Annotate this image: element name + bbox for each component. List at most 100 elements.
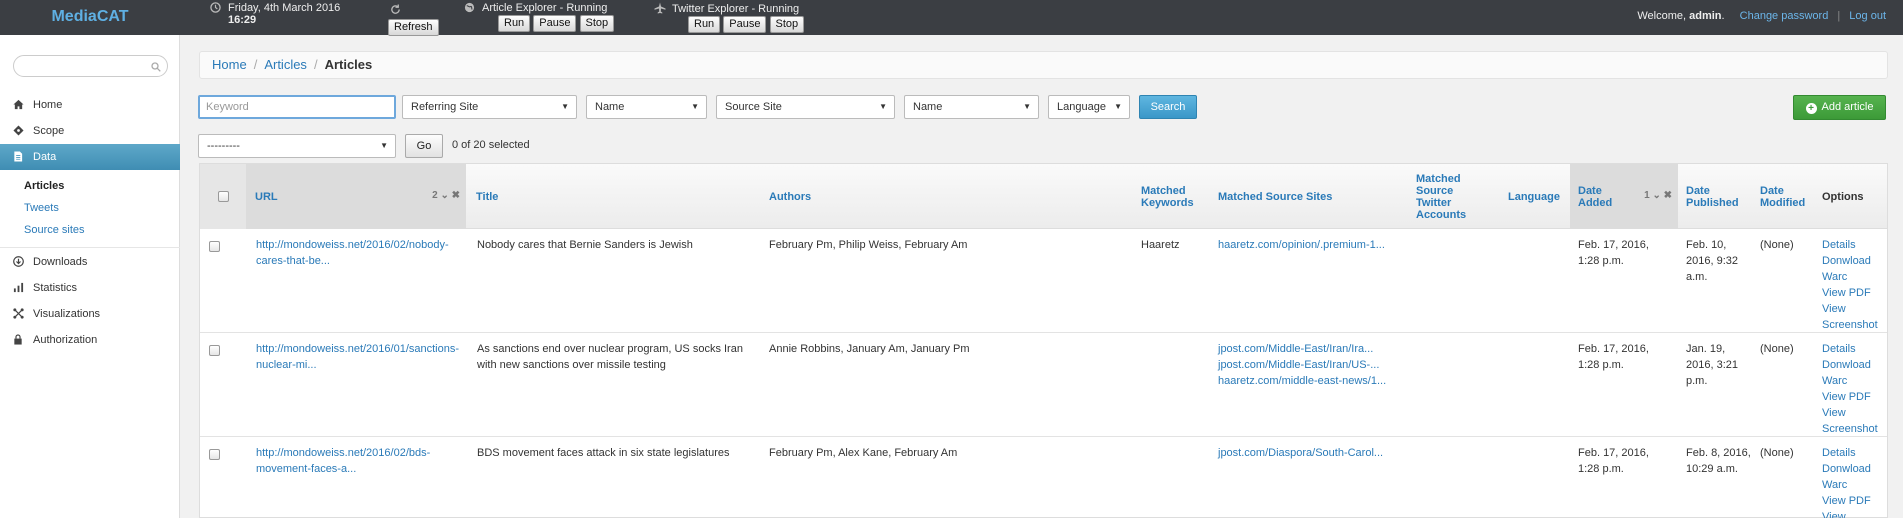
select-all-checkbox[interactable] <box>217 191 229 202</box>
name-select-1[interactable]: Name ▼ <box>586 95 707 119</box>
row-checkbox[interactable] <box>209 345 220 356</box>
sidebar-item-data[interactable]: Data <box>0 144 180 170</box>
sidebar-search-input[interactable] <box>13 55 168 77</box>
view-screenshot-link[interactable]: View Screenshot <box>1822 509 1886 518</box>
language-select[interactable]: Language ▼ <box>1048 95 1130 119</box>
date-added: Feb. 17, 2016, 1:28 p.m. <box>1578 447 1649 475</box>
twitter-explorer-stop-button[interactable]: Stop <box>769 16 805 33</box>
sidebar-subitem-articles[interactable]: Articles <box>24 180 64 192</box>
column-date-added[interactable]: Date Added 1 ⌄ ✖ <box>1570 164 1678 229</box>
breadcrumb-articles[interactable]: Articles <box>264 57 307 72</box>
matched-source-link[interactable]: haaretz.com/opinion/.premium-1... <box>1218 237 1408 253</box>
sidebar-item-home[interactable]: Home <box>0 93 180 117</box>
view-screenshot-link[interactable]: View Screenshot <box>1822 301 1886 333</box>
app-logo[interactable]: MediaCAT <box>0 0 180 35</box>
article-explorer-run-button[interactable]: Run <box>498 15 531 32</box>
matched-keywords: Haaretz <box>1141 239 1180 251</box>
column-matched-keywords[interactable]: Matched Keywords <box>1141 164 1201 229</box>
sidebar-item-authorization[interactable]: Authorization <box>0 328 180 352</box>
sidebar-item-statistics[interactable]: Statistics <box>0 276 180 300</box>
article-title: BDS movement faces attack in six state l… <box>477 447 730 459</box>
details-link[interactable]: Details <box>1822 341 1886 357</box>
view-pdf-link[interactable]: View PDF <box>1822 493 1886 509</box>
details-link[interactable]: Details <box>1822 445 1886 461</box>
matched-source-link[interactable]: haaretz.com/middle-east-news/1... <box>1218 373 1408 389</box>
bar-chart-icon <box>13 278 27 302</box>
download-link[interactable]: Donwload <box>1822 357 1886 373</box>
column-options: Options <box>1822 190 1864 203</box>
current-date: Friday, 4th March 2016 <box>228 2 341 14</box>
date-added: Feb. 17, 2016, 1:28 p.m. <box>1578 239 1649 267</box>
referring-site-select[interactable]: Referring Site ▼ <box>402 95 577 119</box>
search-icon <box>151 61 161 75</box>
download-link[interactable]: Donwload <box>1822 461 1886 477</box>
row-options: DetailsDonwloadWarcView PDFView Screensh… <box>1822 445 1886 518</box>
details-link[interactable]: Details <box>1822 237 1886 253</box>
row-checkbox[interactable] <box>209 241 220 252</box>
sidebar-item-scope[interactable]: Scope <box>0 119 180 143</box>
download-icon <box>13 252 27 276</box>
source-site-select[interactable]: Source Site ▼ <box>716 95 895 119</box>
view-pdf-link[interactable]: View PDF <box>1822 285 1886 301</box>
table-row: http://mondoweiss.net/2016/02/nobody-car… <box>200 229 1887 333</box>
column-matched-twitter[interactable]: Matched Source Twitter Accounts <box>1416 164 1486 229</box>
warc-link[interactable]: Warc <box>1822 269 1886 285</box>
matched-source-link[interactable]: jpost.com/Middle-East/Iran/US-... <box>1218 357 1408 373</box>
view-screenshot-link[interactable]: View Screenshot <box>1822 405 1886 437</box>
sidebar-subitem-tweets[interactable]: Tweets <box>24 202 59 214</box>
twitter-explorer-run-button[interactable]: Run <box>688 16 721 33</box>
home-icon <box>13 95 27 119</box>
article-explorer-status: Article Explorer - Running <box>482 2 608 14</box>
article-url-link[interactable]: http://mondoweiss.net/2016/01/sanctions-… <box>256 341 461 373</box>
download-link[interactable]: Donwload <box>1822 253 1886 269</box>
plane-icon <box>654 2 666 14</box>
column-date-published[interactable]: Date Published <box>1686 164 1746 229</box>
column-date-modified[interactable]: Date Modified <box>1760 164 1810 229</box>
name-select-2[interactable]: Name ▼ <box>904 95 1039 119</box>
column-matched-source-sites[interactable]: Matched Source Sites <box>1218 164 1368 229</box>
sidebar-item-label: Statistics <box>33 282 78 294</box>
warc-link[interactable]: Warc <box>1822 477 1886 493</box>
matched-source-link[interactable]: jpost.com/Diaspora/South-Carol... <box>1218 445 1408 461</box>
sidebar-item-label: Home <box>33 99 63 111</box>
warc-link[interactable]: Warc <box>1822 373 1886 389</box>
refresh-button[interactable]: Refresh <box>388 19 439 36</box>
add-article-button[interactable]: + Add article <box>1793 95 1886 120</box>
article-explorer-stop-button[interactable]: Stop <box>579 15 615 32</box>
keyword-input[interactable]: Keyword <box>198 95 396 119</box>
column-title[interactable]: Title <box>476 164 766 229</box>
change-password-link[interactable]: Change password <box>1740 10 1829 22</box>
selection-count: 0 of 20 selected <box>452 139 530 151</box>
matched-source-link[interactable]: jpost.com/Middle-East/Iran/Ira... <box>1218 341 1408 357</box>
current-time: 16:29 <box>228 14 257 26</box>
view-pdf-link[interactable]: View PDF <box>1822 389 1886 405</box>
article-explorer-block: Article Explorer - Running Run Pause Sto… <box>464 2 615 32</box>
caret-down-icon: ▼ <box>691 102 699 111</box>
twitter-explorer-block: Twitter Explorer - Running Run Pause Sto… <box>654 2 805 33</box>
article-authors: Annie Robbins, January Am, January Pm <box>769 343 970 355</box>
column-authors[interactable]: Authors <box>769 164 1049 229</box>
article-url-link[interactable]: http://mondoweiss.net/2016/02/bds-moveme… <box>256 445 461 477</box>
sidebar-item-downloads[interactable]: Downloads <box>0 250 180 274</box>
date-published: Feb. 8, 2016, 10:29 a.m. <box>1686 447 1751 475</box>
sidebar-item-visualizations[interactable]: Visualizations <box>0 302 180 326</box>
sidebar-subitem-source-sites[interactable]: Source sites <box>24 224 85 236</box>
column-url[interactable]: URL 2 ⌄ ✖ <box>246 164 466 229</box>
twitter-explorer-pause-button[interactable]: Pause <box>723 16 767 33</box>
close-icon[interactable]: ✖ <box>452 190 460 201</box>
logout-link[interactable]: Log out <box>1849 10 1886 22</box>
column-language[interactable]: Language <box>1508 164 1568 229</box>
article-explorer-pause-button[interactable]: Pause <box>533 15 577 32</box>
date-modified: (None) <box>1760 447 1794 459</box>
action-select[interactable]: --------- ▼ <box>198 134 396 158</box>
matched-source-sites: haaretz.com/opinion/.premium-1... <box>1218 237 1408 253</box>
row-checkbox[interactable] <box>209 449 220 460</box>
separator: | <box>1837 10 1841 22</box>
top-bar: MediaCAT Friday, 4th March 2016 16:29 Re… <box>0 0 1903 36</box>
search-button[interactable]: Search <box>1139 95 1197 119</box>
date-modified: (None) <box>1760 343 1794 355</box>
article-url-link[interactable]: http://mondoweiss.net/2016/02/nobody-car… <box>256 237 461 269</box>
go-button[interactable]: Go <box>405 134 443 158</box>
breadcrumb-home[interactable]: Home <box>212 57 247 72</box>
close-icon[interactable]: ✖ <box>1664 190 1672 201</box>
